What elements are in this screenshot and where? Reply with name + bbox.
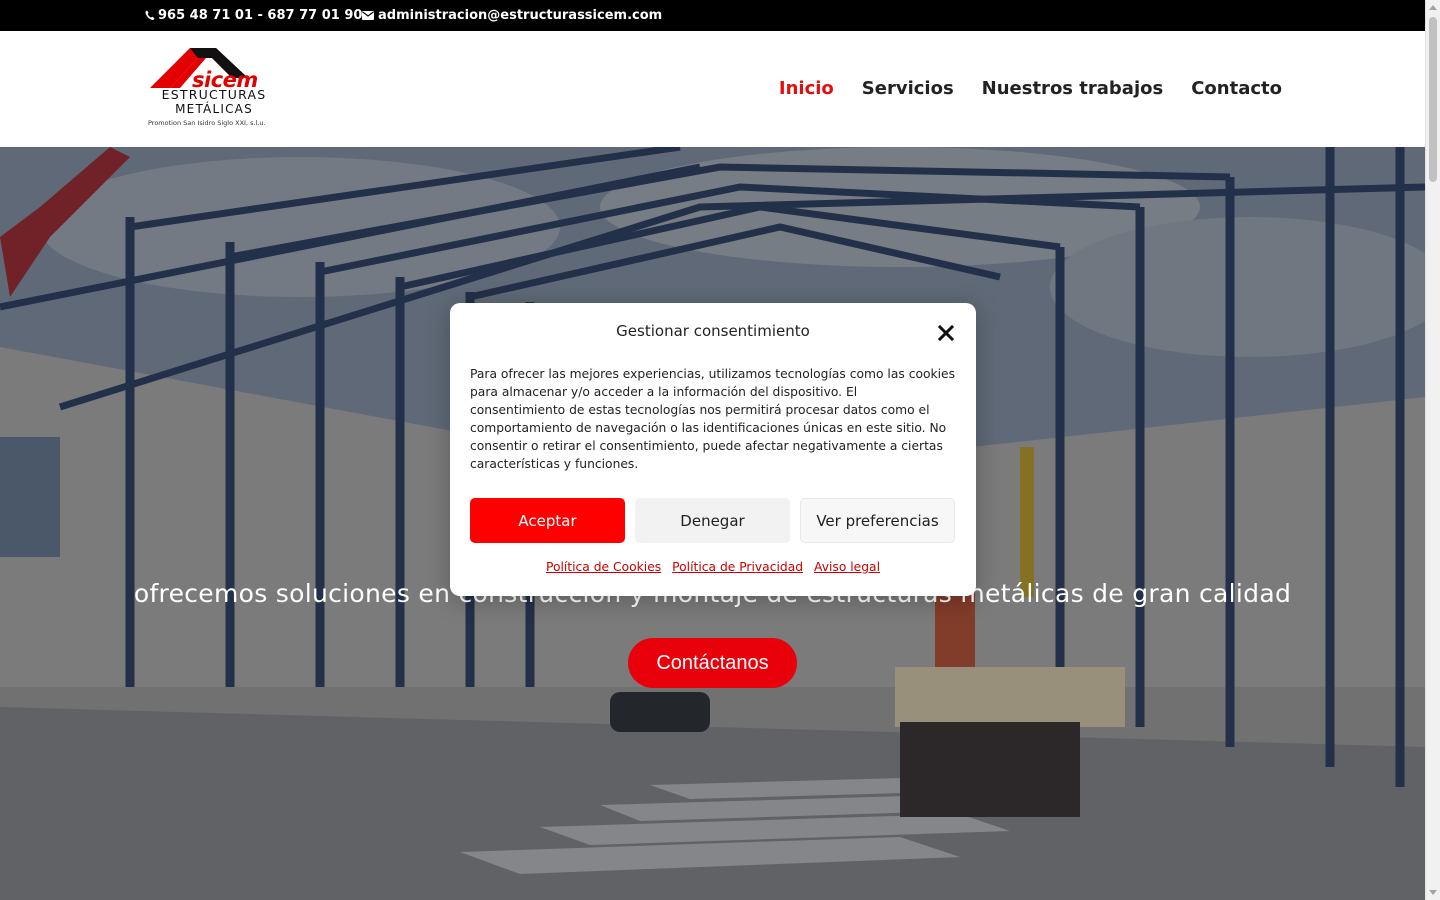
nav-item-inicio[interactable]: Inicio: [779, 78, 834, 99]
logo-line-1: ESTRUCTURAS: [161, 87, 267, 102]
envelope-icon: [362, 11, 374, 20]
deny-button[interactable]: Denegar: [635, 498, 790, 543]
logo-line-3: Promotion San Isidro Siglo XXI, s.l.u.: [148, 119, 266, 127]
email-contact[interactable]: administracion@estructurassicem.com: [362, 8, 662, 23]
legal-notice-link[interactable]: Aviso legal: [814, 560, 880, 574]
scroll-down-arrow-icon[interactable]: [1429, 890, 1437, 895]
site-logo[interactable]: sicem ESTRUCTURAS METÁLICAS Promotion Sa…: [148, 48, 288, 132]
consent-title: Gestionar consentimiento: [616, 322, 810, 340]
top-contact-bar: 965 48 71 01 - 687 77 01 90 administraci…: [0, 0, 1425, 31]
nav-item-servicios[interactable]: Servicios: [862, 78, 954, 99]
main-nav: Inicio Servicios Nuestros trabajos Conta…: [779, 78, 1282, 99]
phone-contact[interactable]: 965 48 71 01 - 687 77 01 90: [145, 8, 362, 23]
page-scrollbar[interactable]: [1425, 0, 1440, 900]
scrollbar-thumb[interactable]: [1429, 17, 1437, 182]
nav-item-contacto[interactable]: Contacto: [1191, 78, 1282, 99]
logo-line-2: METÁLICAS: [175, 102, 253, 116]
phone-icon: [145, 10, 155, 20]
cookie-policy-link[interactable]: Política de Cookies: [546, 560, 661, 574]
site-header: sicem ESTRUCTURAS METÁLICAS Promotion Sa…: [0, 31, 1425, 147]
email-text: administracion@estructurassicem.com: [378, 8, 663, 23]
scroll-up-arrow-icon[interactable]: [1429, 5, 1437, 10]
cookie-consent-modal: Gestionar consentimiento Para ofrecer la…: [450, 303, 976, 596]
consent-policy-links: Política de Cookies Política de Privacid…: [450, 560, 976, 574]
privacy-policy-link[interactable]: Política de Privacidad: [672, 560, 803, 574]
accept-button[interactable]: Aceptar: [470, 498, 625, 543]
phone-text: 965 48 71 01 - 687 77 01 90: [158, 8, 363, 23]
contact-cta-button[interactable]: Contáctanos: [628, 638, 797, 688]
nav-item-nuestros-trabajos[interactable]: Nuestros trabajos: [982, 78, 1164, 99]
consent-body-text: Para ofrecer las mejores experiencias, u…: [470, 367, 956, 471]
view-preferences-button[interactable]: Ver preferencias: [800, 498, 955, 543]
close-icon[interactable]: [936, 323, 956, 343]
